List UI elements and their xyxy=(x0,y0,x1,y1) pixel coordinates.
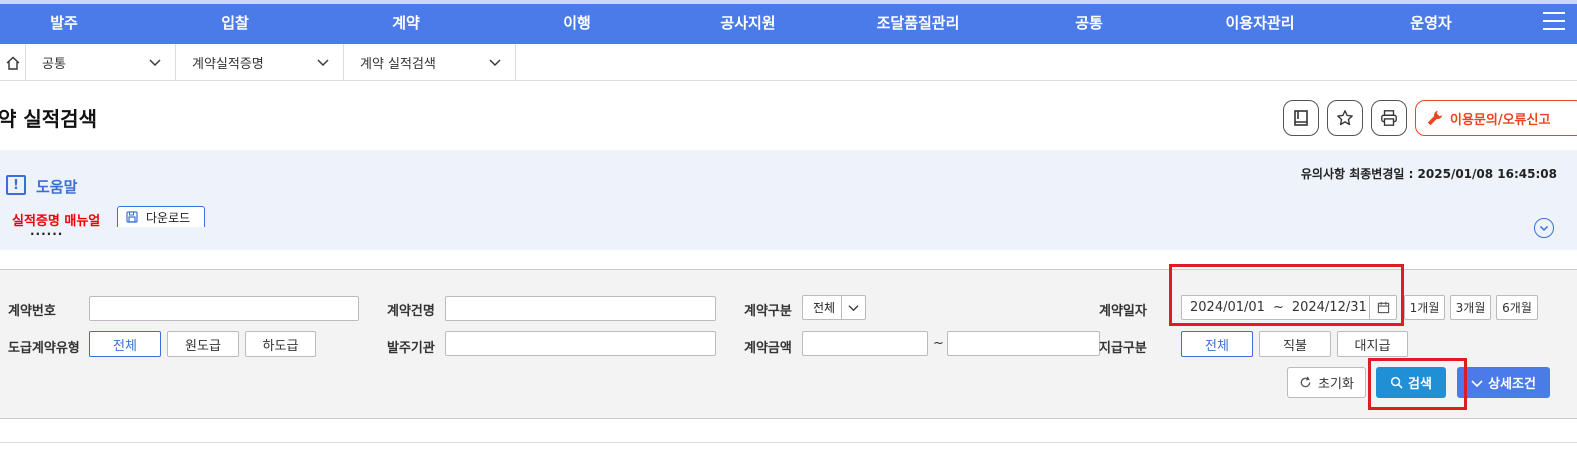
period-1month-button[interactable]: 1개월 xyxy=(1404,295,1445,320)
printer-icon xyxy=(1381,110,1397,126)
payment-all-button[interactable]: 전체 xyxy=(1181,331,1253,357)
contract-name-label: 계약건명 xyxy=(387,304,435,319)
star-icon xyxy=(1337,110,1353,126)
nav-item-quality[interactable]: 조달품질관리 xyxy=(877,12,960,33)
chevron-down-icon xyxy=(317,59,329,66)
breadcrumb-label: 계약 실적검색 xyxy=(360,57,436,72)
chevron-down-icon xyxy=(149,59,161,66)
contract-date-range[interactable]: 2024/01/01 ~ 2024/12/31 xyxy=(1181,295,1397,320)
refresh-icon xyxy=(1300,376,1311,388)
breadcrumb-performance-cert[interactable]: 계약실적증명 xyxy=(176,44,344,81)
subcontract-sub-button[interactable]: 하도급 xyxy=(245,331,316,357)
home-icon[interactable] xyxy=(0,44,26,81)
page-title: 약 실적검색 xyxy=(0,107,97,131)
period-6month-button[interactable]: 6개월 xyxy=(1496,295,1538,320)
contract-type-label: 계약구분 xyxy=(744,304,792,319)
period-3month-button[interactable]: 3개월 xyxy=(1450,295,1491,320)
print-button[interactable] xyxy=(1371,100,1407,136)
help-more-ellipsis: ...... xyxy=(30,224,64,238)
manual-book-button[interactable] xyxy=(1283,100,1319,136)
ordering-agency-input[interactable] xyxy=(445,331,716,356)
date-from: 2024/01/01 xyxy=(1190,300,1265,315)
subcontract-prime-button[interactable]: 원도급 xyxy=(167,331,239,357)
contract-no-label: 계약번호 xyxy=(8,304,56,319)
chevron-down-icon xyxy=(1471,379,1483,387)
nav-item-contract[interactable]: 계약 xyxy=(392,12,420,33)
report-error-button[interactable]: 이용문의/오류신고 xyxy=(1415,100,1577,136)
subcontract-all-button[interactable]: 전체 xyxy=(89,331,161,357)
contract-amount-to-input[interactable] xyxy=(947,331,1100,356)
reset-button[interactable]: 초기화 xyxy=(1287,367,1366,398)
date-separator: ~ xyxy=(1272,300,1284,315)
detail-conditions-label: 상세조건 xyxy=(1488,377,1536,392)
contract-type-select[interactable]: 전체 xyxy=(802,295,866,320)
exclamation-icon: ! xyxy=(6,175,26,195)
contract-amount-label: 계약금액 xyxy=(744,341,792,356)
search-icon xyxy=(1390,376,1403,389)
nav-item-execution[interactable]: 이행 xyxy=(563,12,591,33)
breadcrumb: 공통 계약실적증명 계약 실적검색 xyxy=(0,44,1577,81)
content-divider xyxy=(0,442,1577,450)
expand-help-icon[interactable] xyxy=(1534,218,1554,238)
payment-direct-button[interactable]: 직불 xyxy=(1259,331,1331,357)
favorite-button[interactable] xyxy=(1327,100,1363,136)
download-label: 다운로드 xyxy=(146,210,191,225)
save-icon xyxy=(126,211,138,223)
hamburger-menu-icon[interactable] xyxy=(1543,12,1565,32)
payment-substitute-button[interactable]: 대지급 xyxy=(1337,331,1408,357)
contract-no-input[interactable] xyxy=(89,296,359,321)
chevron-down-icon xyxy=(489,59,501,66)
breadcrumb-performance-search[interactable]: 계약 실적검색 xyxy=(344,44,516,81)
wrench-icon xyxy=(1427,110,1443,126)
subcontract-type-label: 도급계약유형 xyxy=(8,341,80,356)
report-error-label: 이용문의/오류신고 xyxy=(1450,112,1551,128)
nav-item-construction-support[interactable]: 공사지원 xyxy=(720,12,775,33)
breadcrumb-common[interactable]: 공통 xyxy=(26,44,176,81)
contract-amount-from-input[interactable] xyxy=(802,331,928,356)
reset-label: 초기화 xyxy=(1318,377,1354,392)
nav-item-common[interactable]: 공통 xyxy=(1075,12,1103,33)
nav-item-user-management[interactable]: 이용자관리 xyxy=(1225,12,1294,33)
nav-item-order[interactable]: 발주 xyxy=(50,12,78,33)
ordering-agency-label: 발주기관 xyxy=(387,341,435,356)
contract-name-input[interactable] xyxy=(445,296,716,321)
date-to: 2024/12/31 xyxy=(1291,300,1367,315)
search-button[interactable]: 검색 xyxy=(1376,367,1446,398)
breadcrumb-label: 계약실적증명 xyxy=(192,57,264,72)
help-last-updated: 유의사항 최종변경일 : 2025/01/08 16:45:08 xyxy=(1300,167,1557,181)
top-nav-bar: 발주 입찰 계약 이행 공사지원 조달품질관리 공통 이용자관리 운영자 xyxy=(0,0,1577,44)
detail-conditions-button[interactable]: 상세조건 xyxy=(1457,367,1550,398)
contract-date-label: 계약일자 xyxy=(1099,304,1147,319)
payment-type-label: 지급구분 xyxy=(1099,341,1147,356)
download-button[interactable]: 다운로드 xyxy=(117,206,205,227)
book-icon xyxy=(1294,110,1308,126)
search-label: 검색 xyxy=(1408,377,1432,392)
nav-item-operator[interactable]: 운영자 xyxy=(1410,12,1451,33)
nav-item-bid[interactable]: 입찰 xyxy=(221,12,249,33)
chevron-down-icon xyxy=(848,305,859,312)
breadcrumb-label: 공통 xyxy=(42,57,66,72)
calendar-icon xyxy=(1377,301,1389,314)
amount-range-tilde: ~ xyxy=(933,336,944,351)
contract-type-value: 전체 xyxy=(813,301,836,315)
help-title: 도움말 xyxy=(36,178,78,196)
